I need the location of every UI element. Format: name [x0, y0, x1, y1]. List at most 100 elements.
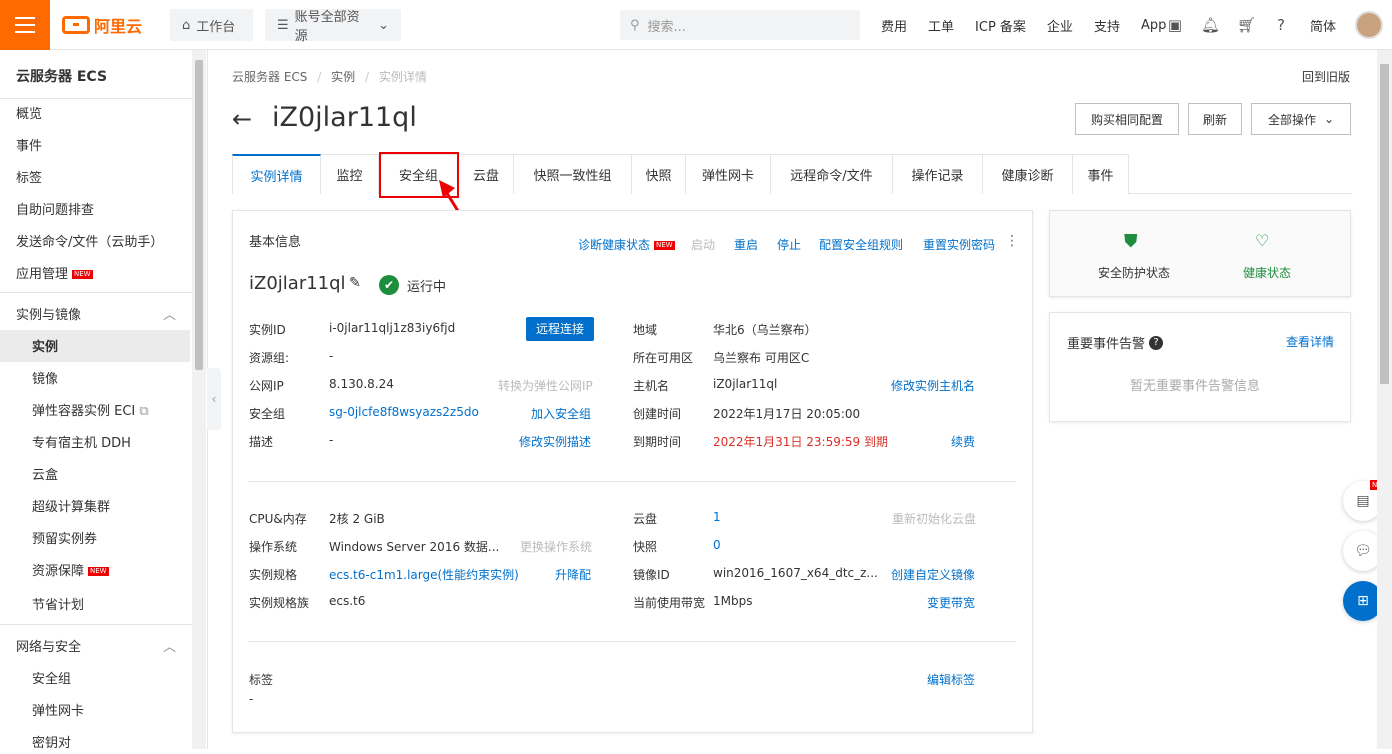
label-cpu-mem: CPU&内存	[249, 512, 307, 526]
sidebar-item-troubleshoot[interactable]: 自助问题排查	[16, 201, 94, 221]
new-badge: NEW	[72, 270, 93, 279]
reset-password-link[interactable]: 重置实例密码	[923, 236, 995, 253]
scrollbar-thumb[interactable]	[195, 60, 203, 370]
tab-snapshot-group[interactable]: 快照一致性组	[514, 154, 632, 194]
nav-support[interactable]: 支持	[1094, 16, 1120, 35]
change-bandwidth-link[interactable]: 变更带宽	[927, 594, 975, 611]
page-title: iZ0jlar11ql	[272, 102, 417, 133]
value-description: -	[329, 433, 334, 447]
sidebar-item-reserved[interactable]: 预留实例券	[32, 530, 97, 550]
tab-instance-detail[interactable]: 实例详情	[232, 154, 321, 194]
nav-icp[interactable]: ICP 备案	[975, 16, 1026, 35]
sidebar-item-cloudbox[interactable]: 云盒	[32, 466, 58, 486]
sidebar-item-ddh[interactable]: 专有宿主机 DDH	[32, 434, 131, 454]
refresh-button[interactable]: 刷新	[1188, 103, 1242, 135]
page-scrollbar[interactable]	[1377, 50, 1392, 749]
nav-enterprise[interactable]: 企业	[1047, 16, 1073, 35]
sidebar-item-app-management[interactable]: 应用管理 NEW	[16, 265, 93, 285]
tab-snapshot[interactable]: 快照	[632, 154, 686, 194]
value-security-group[interactable]: sg-0jlcfe8f8wsyazs2z5do	[329, 405, 479, 419]
nav-app[interactable]: App	[1141, 18, 1166, 33]
sidebar-item-savings-plan[interactable]: 节省计划	[32, 596, 84, 616]
sidebar-item-send-command[interactable]: 发送命令/文件（云助手）	[16, 233, 163, 253]
terminal-icon[interactable]: ▣	[1166, 16, 1184, 34]
tab-health-diagnosis[interactable]: 健康诊断	[983, 154, 1073, 194]
breadcrumb-instance[interactable]: 实例	[331, 70, 355, 84]
diagnose-health-link[interactable]: 诊断健康状态 NEW	[578, 236, 675, 253]
chevron-up-icon: ︿	[162, 308, 176, 323]
sidebar-scrollbar[interactable]	[192, 50, 206, 749]
language-switch[interactable]: 简体	[1310, 16, 1336, 35]
sidebar-item-security-group[interactable]: 安全组	[32, 670, 71, 690]
label-instance-id: 实例ID	[249, 323, 286, 337]
value-disk[interactable]: 1	[713, 510, 721, 524]
edit-tags-link[interactable]: 编辑标签	[927, 671, 975, 688]
tab-eni[interactable]: 弹性网卡	[686, 154, 771, 194]
convert-eip-link[interactable]: 转换为弹性公网IP	[498, 377, 593, 394]
sidebar-group-network[interactable]: 网络与安全 ︿	[16, 638, 176, 658]
renew-link[interactable]: 续费	[951, 433, 975, 450]
tab-monitor[interactable]: 监控	[321, 154, 379, 194]
old-version-link[interactable]: 回到旧版	[1302, 68, 1350, 85]
upgrade-link[interactable]: 升降配	[555, 566, 591, 583]
all-actions-dropdown[interactable]: 全部操作 ⌄	[1251, 103, 1351, 135]
sidebar-item-eni[interactable]: 弹性网卡	[32, 702, 84, 722]
sidebar-item-eci[interactable]: 弹性容器实例 ECI ⧉	[32, 402, 149, 422]
tab-operation-log[interactable]: 操作记录	[893, 154, 983, 194]
restart-link[interactable]: 重启	[734, 236, 758, 253]
sidebar-group-instances[interactable]: 实例与镜像 ︿	[16, 306, 176, 326]
sidebar-item-overview[interactable]: 概览	[16, 105, 42, 125]
tab-remote-command[interactable]: 远程命令/文件	[771, 154, 893, 194]
breadcrumb-ecs[interactable]: 云服务器 ECS	[232, 70, 307, 84]
sidebar-item-instance[interactable]: 实例	[32, 338, 58, 358]
create-image-link[interactable]: 创建自定义镜像	[891, 566, 975, 583]
nav-ticket[interactable]: 工单	[928, 16, 954, 35]
instance-name: iZ0jlar11ql	[249, 273, 346, 294]
change-os-link[interactable]: 更换操作系统	[520, 538, 592, 555]
collapse-sidebar-icon[interactable]: ‹	[207, 368, 221, 430]
workbench-button[interactable]: ⌂ 工作台	[170, 9, 253, 41]
start-link[interactable]: 启动	[691, 236, 715, 253]
value-spec[interactable]: ecs.t6-c1m1.large(性能约束实例)	[329, 566, 519, 583]
security-status-label[interactable]: 安全防护状态	[1098, 264, 1170, 281]
value-snapshot[interactable]: 0	[713, 538, 721, 552]
back-arrow-icon[interactable]: ←	[232, 105, 252, 133]
sidebar-item-image[interactable]: 镜像	[32, 370, 58, 390]
view-details-link[interactable]: 查看详情	[1286, 333, 1334, 350]
edit-description-link[interactable]: 修改实例描述	[519, 433, 591, 450]
sidebar-item-keypair[interactable]: 密钥对	[32, 734, 71, 754]
question-icon[interactable]: ?	[1149, 335, 1164, 350]
nav-fees[interactable]: 费用	[881, 16, 907, 35]
edit-hostname-link[interactable]: 修改实例主机名	[891, 377, 975, 394]
search-input[interactable]: ⚲ 搜索...	[620, 10, 860, 40]
check-icon: ✔	[379, 275, 399, 295]
sidebar-item-supercompute[interactable]: 超级计算集群	[32, 498, 110, 518]
help-icon[interactable]: ?	[1272, 16, 1290, 34]
value-instance-id: i-0jlar11qlj1z83iy6fjd	[329, 321, 456, 335]
stop-link[interactable]: 停止	[777, 236, 801, 253]
label-hostname: 主机名	[633, 379, 670, 393]
join-sg-link[interactable]: 加入安全组	[531, 405, 591, 422]
value-expire: 2022年1月31日 23:59:59 到期	[713, 435, 888, 449]
basic-info-card: 基本信息 诊断健康状态 NEW 启动 重启 停止 配置安全组规则 重置实例密码 ⋮…	[232, 210, 1033, 733]
resources-dropdown[interactable]: ☰ 账号全部资源 ⌄	[265, 9, 401, 44]
value-os: Windows Server 2016 数据...	[329, 540, 500, 554]
reinit-disk-link[interactable]: 重新初始化云盘	[892, 510, 976, 527]
avatar[interactable]	[1355, 11, 1383, 39]
health-status-label[interactable]: 健康状态	[1243, 264, 1291, 281]
buy-same-config-button[interactable]: 购买相同配置	[1075, 103, 1179, 135]
tab-events[interactable]: 事件	[1073, 154, 1129, 194]
aliyun-logo[interactable]: 阿里云	[62, 13, 142, 37]
edit-icon[interactable]: ✎	[349, 275, 361, 291]
more-icon[interactable]: ⋮	[1005, 233, 1019, 249]
bell-icon[interactable]: 🔔︎	[1201, 16, 1220, 34]
label-created: 创建时间	[633, 407, 682, 421]
sidebar-item-resource-guarantee[interactable]: 资源保障 NEW	[32, 562, 109, 582]
config-sg-rules-link[interactable]: 配置安全组规则	[819, 236, 903, 253]
menu-icon[interactable]	[0, 0, 50, 50]
cart-icon[interactable]: 🛒︎	[1237, 16, 1256, 34]
sidebar-item-tags[interactable]: 标签	[16, 169, 42, 189]
sidebar-item-events[interactable]: 事件	[16, 137, 42, 157]
scrollbar-thumb[interactable]	[1380, 64, 1389, 384]
remote-connect-button[interactable]: 远程连接	[526, 317, 595, 341]
